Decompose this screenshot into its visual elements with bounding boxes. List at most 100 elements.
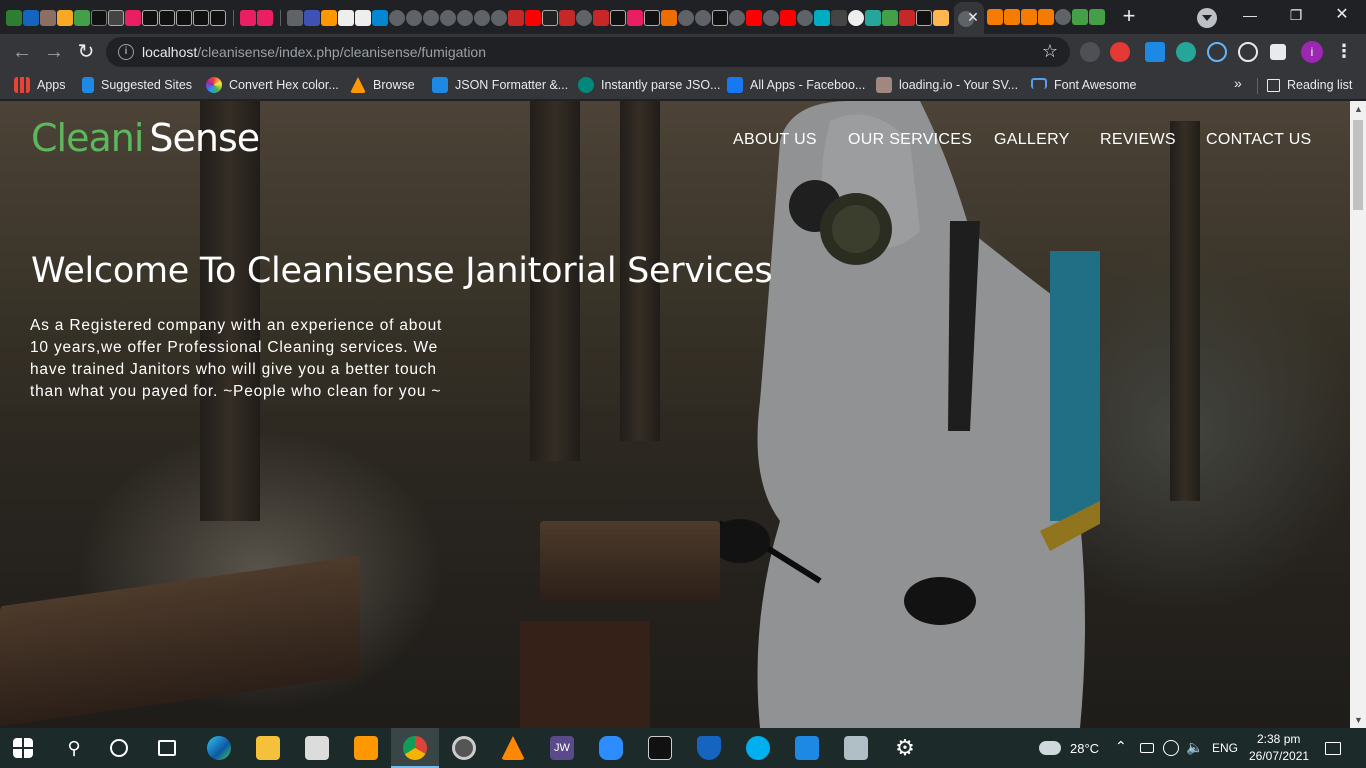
tab-favicon[interactable] (74, 10, 90, 26)
tab-favicon[interactable] (814, 10, 830, 26)
start-windows-icon[interactable] (13, 738, 33, 758)
weather-temperature[interactable]: 28°C (1070, 741, 1099, 756)
tab-favicon[interactable] (142, 10, 158, 26)
tab-favicon[interactable] (125, 10, 141, 26)
tab-favicon[interactable] (780, 10, 796, 26)
bookmark-star-icon[interactable]: ☆ (1042, 41, 1058, 62)
minimize-button[interactable]: — (1227, 0, 1273, 30)
bookmark-browse[interactable]: Browse (350, 75, 415, 95)
cortana-icon[interactable] (110, 739, 128, 757)
obs-icon[interactable] (452, 736, 476, 760)
tab-favicon[interactable] (423, 10, 439, 26)
tab-favicon[interactable] (1089, 9, 1105, 25)
tab-favicon[interactable] (108, 10, 124, 26)
terminal-icon[interactable] (648, 736, 672, 760)
nav-gallery[interactable]: GALLERY (994, 131, 1070, 149)
tab-favicon[interactable] (763, 10, 779, 26)
tab-favicon[interactable] (576, 10, 592, 26)
scroll-down-arrow-icon[interactable]: ▼ (1354, 715, 1363, 725)
tab-favicon[interactable] (304, 10, 320, 26)
tab-favicon[interactable] (193, 10, 209, 26)
volume-icon[interactable]: 🔈 (1186, 739, 1203, 756)
tab-favicon[interactable] (23, 10, 39, 26)
tab-favicon[interactable] (865, 10, 881, 26)
tab-favicon[interactable] (712, 10, 728, 26)
tab-favicon[interactable] (746, 10, 762, 26)
tab-favicon[interactable] (1055, 9, 1071, 25)
wps-icon[interactable] (795, 736, 819, 760)
bookmark-facebook-apps[interactable]: All Apps - Faceboo... (727, 75, 865, 95)
profile-avatar[interactable]: i (1301, 41, 1323, 63)
tab-favicon[interactable] (159, 10, 175, 26)
tab-favicon[interactable] (695, 10, 711, 26)
tab-favicon[interactable] (542, 10, 558, 26)
tab-favicon[interactable] (321, 10, 337, 26)
tab-favicon[interactable] (240, 10, 256, 26)
nav-our-services[interactable]: OUR SERVICES (848, 131, 972, 149)
nav-contact-us[interactable]: CONTACT US (1206, 131, 1312, 149)
tab-favicon[interactable] (355, 10, 371, 26)
skype-icon[interactable] (746, 736, 770, 760)
bookmark-json-formatter[interactable]: JSON Formatter &... (432, 75, 568, 95)
tab-favicon[interactable] (389, 10, 405, 26)
nav-about-us[interactable]: ABOUT US (733, 131, 817, 149)
jw-icon[interactable]: JW (550, 736, 574, 760)
scrollbar-thumb[interactable] (1353, 120, 1363, 210)
tab-favicon[interactable] (610, 10, 626, 26)
tab-favicon[interactable] (559, 10, 575, 26)
puzzle-icon[interactable] (1270, 44, 1286, 60)
photos-icon[interactable] (844, 736, 868, 760)
close-window-button[interactable]: ✕ (1319, 0, 1365, 30)
edge-icon[interactable] (207, 736, 231, 760)
tab-favicon[interactable] (848, 10, 864, 26)
file-explorer-icon[interactable] (256, 736, 280, 760)
tab-favicon[interactable] (831, 10, 847, 26)
tab-favicon[interactable] (644, 10, 660, 26)
weather-cloud-icon[interactable] (1039, 741, 1061, 755)
back-button[interactable]: ← (8, 38, 36, 66)
tab-favicon[interactable] (40, 10, 56, 26)
tab-favicon[interactable] (372, 10, 388, 26)
tab-favicon[interactable] (474, 10, 490, 26)
bookmark-convert-hex[interactable]: Convert Hex color... (206, 75, 339, 95)
store-icon[interactable] (305, 736, 329, 760)
taskbar-active-app[interactable] (391, 728, 439, 768)
tab-favicon[interactable] (627, 10, 643, 26)
tab-favicon[interactable] (440, 10, 456, 26)
sublime-icon[interactable] (354, 736, 378, 760)
battery-icon[interactable] (1140, 743, 1154, 753)
extension-icon[interactable] (1080, 42, 1100, 62)
tab-favicon[interactable] (491, 10, 507, 26)
search-icon[interactable]: ⚲ (62, 736, 86, 760)
restore-button[interactable]: ❐ (1273, 0, 1319, 30)
extension-icon[interactable] (1145, 42, 1165, 62)
bookmark-loading-io[interactable]: loading.io - Your SV... (876, 75, 1018, 95)
site-info-icon[interactable]: i (118, 44, 134, 60)
tab-favicon[interactable] (508, 10, 524, 26)
address-bar[interactable]: i localhost/cleanisense/index.php/cleani… (106, 37, 1070, 67)
tab-favicon[interactable] (1004, 9, 1020, 25)
network-globe-icon[interactable] (1163, 740, 1179, 756)
reading-list-button[interactable]: Reading list (1267, 75, 1352, 95)
tab-favicon[interactable] (678, 10, 694, 26)
zoom-icon[interactable] (599, 736, 623, 760)
tab-favicon[interactable] (593, 10, 609, 26)
tab-search-button[interactable] (1197, 8, 1217, 28)
show-hidden-icons-chevron-icon[interactable]: ⌃ (1115, 738, 1127, 755)
tab-favicon[interactable] (1021, 9, 1037, 25)
tab-favicon[interactable] (57, 10, 73, 26)
tab-favicon[interactable] (661, 10, 677, 26)
page-scrollbar[interactable]: ▲ ▼ (1350, 101, 1366, 728)
tab-favicon[interactable] (987, 9, 1003, 25)
new-tab-button[interactable]: + (1117, 5, 1141, 29)
site-logo[interactable]: Cleani Sense (31, 116, 260, 160)
bookmark-suggested-sites[interactable]: Suggested Sites (82, 75, 192, 95)
url-text[interactable]: localhost/cleanisense/index.php/cleanise… (142, 44, 486, 60)
extension-icon[interactable] (1110, 42, 1130, 62)
vlc-icon[interactable] (501, 736, 525, 760)
nav-reviews[interactable]: REVIEWS (1100, 131, 1176, 149)
notifications-icon[interactable] (1325, 742, 1341, 755)
bookmark-font-awesome[interactable]: Font Awesome (1031, 75, 1136, 95)
tab-favicon[interactable] (257, 10, 273, 26)
tab-favicon[interactable] (338, 10, 354, 26)
